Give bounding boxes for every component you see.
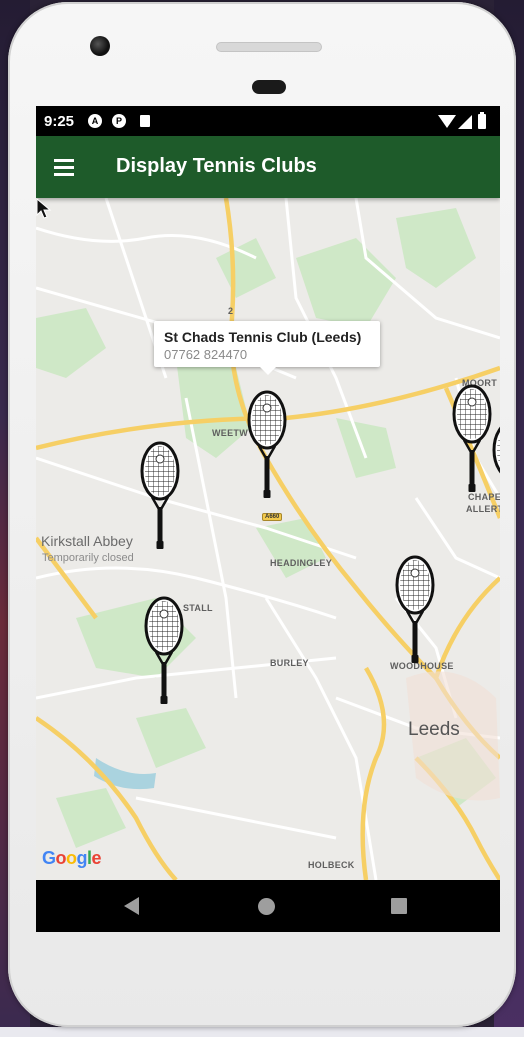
info-window-title: St Chads Tennis Club (Leeds)	[164, 329, 362, 345]
tennis-racket-marker-kirkstall-north[interactable]	[138, 441, 182, 555]
road-badge-a660: A660	[262, 513, 283, 521]
status-bar: 9:25 A P	[36, 106, 500, 136]
phone-frame: 9:25 A P Display Tennis Clubs WEETW 2 A6…	[8, 2, 516, 1027]
recents-icon[interactable]	[391, 898, 407, 914]
battery-icon	[478, 112, 486, 129]
tennis-racket-icon	[452, 384, 492, 494]
sd-card-icon	[140, 115, 150, 127]
home-icon[interactable]	[258, 898, 275, 915]
map-label-headingley: HEADINGLEY	[270, 558, 333, 568]
info-window-phone: 07762 824470	[164, 347, 248, 362]
map-label-burley: BURLEY	[270, 658, 309, 668]
google-logo-letter: e	[91, 848, 102, 868]
wifi-icon	[438, 115, 456, 128]
google-logo-letter: o	[66, 848, 77, 868]
poi-kirkstall-abbey[interactable]: Kirkstall Abbey	[41, 533, 133, 549]
map-label-weetwood: WEETW	[212, 428, 248, 438]
google-logo-letter: o	[55, 848, 67, 868]
hamburger-menu-icon[interactable]	[54, 159, 74, 176]
phone-screen: 9:25 A P Display Tennis Clubs WEETW 2 A6…	[36, 106, 500, 932]
tennis-racket-marker-chapel-allerton[interactable]	[450, 384, 494, 498]
app-title: Display Tennis Clubs	[116, 155, 317, 177]
google-logo-letter: G	[42, 848, 56, 868]
google-logo: Google	[42, 848, 102, 869]
earpiece-speaker	[216, 42, 322, 52]
mouse-cursor-icon	[36, 198, 52, 219]
map-label-road-2: 2	[228, 306, 234, 316]
front-camera-icon	[90, 36, 110, 56]
sensor-bar	[252, 80, 286, 94]
google-logo-letter: g	[76, 848, 88, 868]
map-label-holbeck: HOLBECK	[308, 860, 355, 870]
tennis-racket-marker-edge[interactable]	[490, 420, 500, 534]
back-icon[interactable]	[124, 897, 139, 915]
map-view[interactable]: WEETW 2 A660 Kirkstall Abbey Temporarily…	[36, 198, 500, 880]
map-label-leeds: Leeds	[408, 719, 460, 740]
status-time: 9:25	[44, 113, 75, 130]
tennis-racket-icon	[144, 596, 184, 706]
map-label-kirkstall: STALL	[183, 603, 213, 613]
tennis-racket-icon	[140, 441, 180, 551]
signal-icon	[458, 115, 472, 129]
bottom-strip	[0, 1027, 524, 1037]
info-window[interactable]: St Chads Tennis Club (Leeds) 07762 82447…	[154, 321, 380, 375]
poi-kirkstall-abbey-status: Temporarily closed	[42, 552, 134, 564]
a-circle-icon: A	[88, 114, 102, 128]
nav-bar	[36, 880, 500, 932]
tennis-racket-icon	[395, 555, 435, 665]
tennis-racket-icon	[247, 390, 287, 500]
tennis-racket-marker-woodhouse[interactable]	[393, 555, 437, 669]
tennis-racket-marker-st-chads[interactable]	[245, 390, 289, 504]
p-circle-icon: P	[112, 114, 126, 128]
tennis-racket-marker-kirkstall[interactable]	[142, 596, 186, 710]
tennis-racket-icon	[492, 420, 500, 530]
app-bar: Display Tennis Clubs	[36, 136, 500, 198]
